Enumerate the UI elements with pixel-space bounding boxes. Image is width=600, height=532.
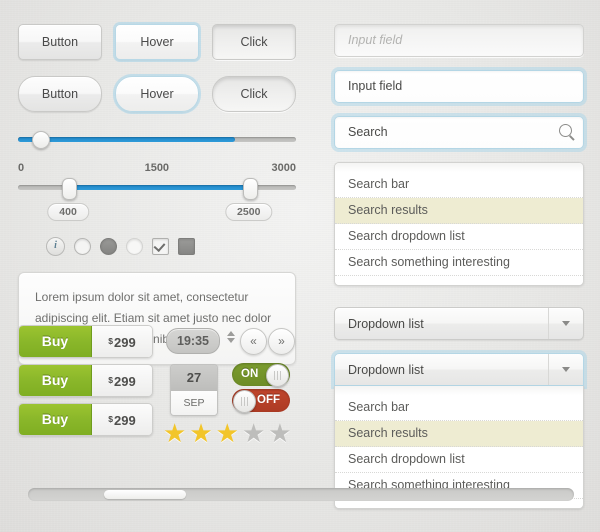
date-widget[interactable]: 27 SEP: [170, 364, 218, 416]
toggle-on[interactable]: ON: [232, 363, 290, 387]
buy-price: $299: [92, 365, 152, 396]
range-badge-low: 400: [47, 203, 89, 221]
right-column: Input field Input field Search Search ba…: [334, 24, 584, 509]
toggle-off-label: OFF: [257, 394, 280, 406]
range-badge-high: 2500: [225, 203, 273, 221]
dropdown-closed[interactable]: Dropdown list: [334, 307, 584, 340]
range-tick-labels: 0 1500 3000: [18, 162, 296, 174]
slider-fill: [18, 137, 235, 142]
dropdown-open-arrow-box[interactable]: [548, 354, 583, 385]
pill-button-click[interactable]: Click: [212, 76, 296, 112]
stepper-down-icon[interactable]: [226, 338, 235, 343]
buy-button-group: Buy $299 Buy $299 Buy $299: [18, 325, 153, 442]
range-value-badges: 400 2500: [18, 203, 296, 221]
date-month: SEP: [171, 391, 217, 415]
star-2[interactable]: ★: [189, 420, 212, 446]
list-item[interactable]: Search something interesting: [335, 250, 583, 276]
search-results-list: Search bar Search results Search dropdow…: [334, 162, 584, 286]
left-column: Button Hover Click Button Hover Click 0 …: [18, 24, 296, 365]
input-field-placeholder[interactable]: Input field: [334, 24, 584, 57]
button-hover[interactable]: Hover: [115, 24, 199, 60]
search-icon[interactable]: [559, 124, 572, 137]
star-4[interactable]: ★: [242, 420, 265, 446]
info-icon[interactable]: i: [46, 237, 65, 256]
range-slider[interactable]: [18, 178, 296, 200]
chevron-down-icon: [562, 321, 570, 326]
control-icons-row: i: [46, 237, 296, 256]
time-stepper[interactable]: [226, 329, 235, 345]
range-handle-low[interactable]: [62, 178, 78, 200]
dropdown-item[interactable]: Search dropdown list: [335, 447, 583, 473]
toggle-off-knob[interactable]: [233, 390, 256, 413]
range-tick-min: 0: [18, 162, 25, 174]
list-item[interactable]: Search bar: [335, 172, 583, 198]
input-field-focused[interactable]: Input field: [334, 70, 584, 103]
range-tick-max: 3000: [271, 162, 296, 174]
list-top-spacer: [335, 386, 583, 395]
buy-button[interactable]: Buy $299: [18, 364, 153, 397]
button-row-pill: Button Hover Click: [18, 76, 296, 112]
price-value: 299: [114, 335, 136, 350]
range-handle-high[interactable]: [242, 178, 258, 200]
price-value: 299: [114, 413, 136, 428]
dropdown-open[interactable]: Dropdown list: [334, 353, 584, 386]
toggle-on-label: ON: [241, 368, 259, 380]
buy-label: Buy: [19, 404, 92, 435]
buy-price: $299: [92, 404, 152, 435]
scrollbar-thumb[interactable]: [104, 490, 187, 499]
checkbox-checked-icon[interactable]: [152, 238, 169, 255]
range-tick-mid: 1500: [144, 162, 170, 174]
checkbox-solid-icon[interactable]: [178, 238, 195, 255]
radio-selected-icon[interactable]: [100, 238, 117, 255]
nav-prev-button[interactable]: «: [240, 328, 267, 355]
search-input[interactable]: Search: [334, 116, 584, 149]
chevron-down-icon: [562, 367, 570, 372]
button-click[interactable]: Click: [212, 24, 296, 60]
star-3[interactable]: ★: [216, 420, 239, 446]
buy-label: Buy: [19, 365, 92, 396]
buy-button[interactable]: Buy $299: [18, 403, 153, 436]
buy-button[interactable]: Buy $299: [18, 325, 153, 358]
stepper-up-icon[interactable]: [226, 331, 235, 336]
date-day: 27: [171, 365, 217, 391]
dropdown-arrow-box[interactable]: [548, 308, 583, 339]
horizontal-scrollbar[interactable]: [28, 488, 574, 501]
time-display[interactable]: 19:35: [166, 328, 220, 354]
dropdown-item[interactable]: Search bar: [335, 395, 583, 421]
buy-label: Buy: [19, 326, 92, 357]
button-normal[interactable]: Button: [18, 24, 102, 60]
currency-symbol: $: [108, 375, 114, 385]
buy-price: $299: [92, 326, 152, 357]
star-rating[interactable]: ★ ★ ★ ★ ★: [163, 420, 292, 446]
star-1[interactable]: ★: [163, 420, 186, 446]
list-top-spacer: [335, 163, 583, 172]
single-slider[interactable]: [18, 128, 296, 150]
button-row-rect: Button Hover Click: [18, 24, 296, 60]
search-input-text: Search: [348, 125, 388, 139]
dropdown-open-label: Dropdown list: [348, 362, 424, 377]
ui-kit-canvas: Button Hover Click Button Hover Click 0 …: [0, 0, 600, 532]
star-5[interactable]: ★: [268, 420, 291, 446]
list-item[interactable]: Search dropdown list: [335, 224, 583, 250]
currency-symbol: $: [108, 336, 114, 346]
radio-disabled-icon[interactable]: [126, 238, 143, 255]
dropdown-closed-label: Dropdown list: [348, 316, 424, 331]
list-item-selected[interactable]: Search results: [335, 198, 583, 224]
slider-handle[interactable]: [32, 131, 51, 149]
pill-button-hover[interactable]: Hover: [115, 76, 199, 112]
pill-button-normal[interactable]: Button: [18, 76, 102, 112]
list-bottom-spacer: [335, 276, 583, 285]
radio-unselected-icon[interactable]: [74, 238, 91, 255]
dropdown-item-selected[interactable]: Search results: [335, 421, 583, 447]
nav-next-button[interactable]: »: [268, 328, 295, 355]
toggle-off[interactable]: OFF: [232, 389, 290, 413]
toggle-on-knob[interactable]: [266, 364, 289, 387]
range-fill: [68, 185, 249, 190]
price-value: 299: [114, 374, 136, 389]
currency-symbol: $: [108, 414, 114, 424]
